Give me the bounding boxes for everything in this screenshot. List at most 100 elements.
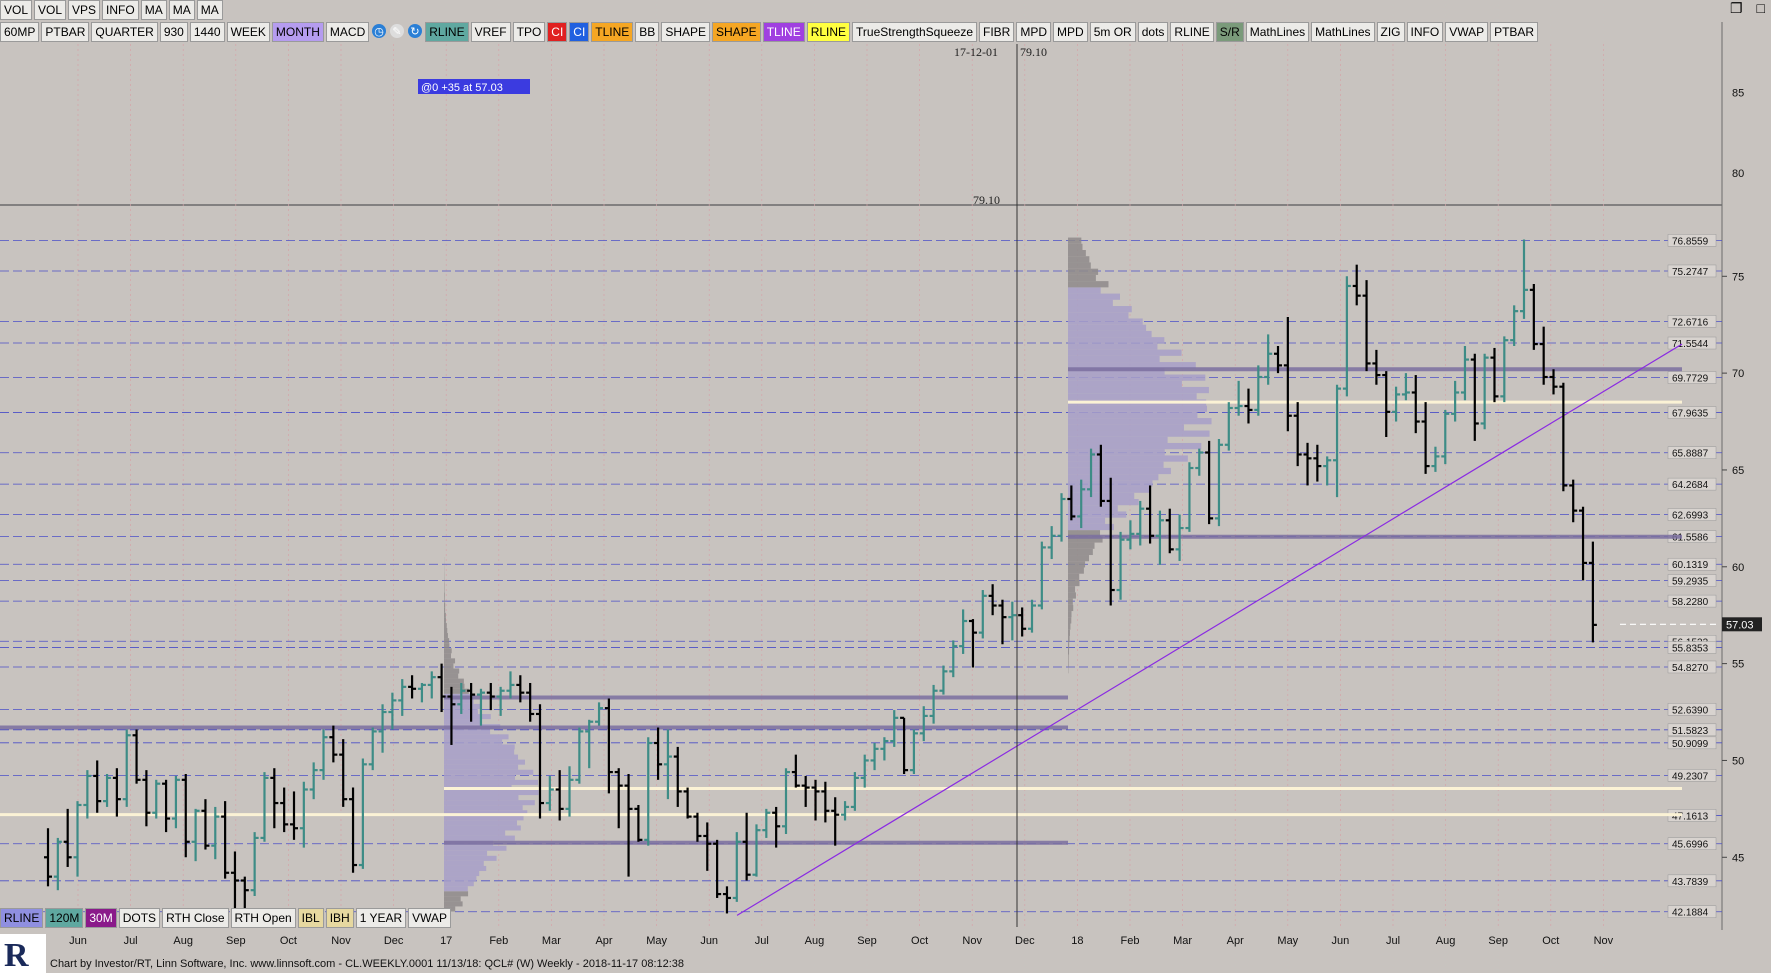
chart-footer: Chart by Investor/RT, Linn Software, Inc… [50,958,685,970]
tool-shape-button[interactable]: SHAPE [661,22,710,42]
tool-ci-button[interactable]: CI [569,22,590,42]
clock-icon[interactable]: ◷ [371,23,387,41]
volume-profile-2018 [1068,306,1132,313]
y-tick-label: 50 [1732,755,1744,767]
volume-profile-2018 [1068,380,1182,387]
bottom-30m-button[interactable]: 30M [85,908,117,928]
volume-profile-2017 [444,739,503,745]
price-chart[interactable]: Jun Jul Aug Sep Oct Nov Dec 17 Feb Mar Apr May Jun Ju… [0,0,1771,973]
tool-ptbar-button[interactable]: PTBAR [41,22,90,42]
volume-profile-2017 [444,612,446,618]
upper-y-tick-label: 80 [1732,168,1744,180]
tool-shape-button[interactable]: SHAPE [712,22,761,42]
bottom-120m-button[interactable]: 120M [45,908,84,928]
level-label: 54.8270 [1672,663,1709,674]
volume-profile-2018 [1068,660,1069,668]
tool-zig-button[interactable]: ZIG [1376,22,1405,42]
tool-month-button[interactable]: MONTH [271,22,324,42]
volume-profile-2017 [444,627,448,634]
pencil-icon[interactable]: ✎ [389,23,405,41]
volume-profile-2017 [444,881,474,887]
tool-quarter-button[interactable]: QUARTER [91,22,158,42]
level-label: 50.9099 [1672,739,1709,750]
x-tick-label: Sep [1488,935,1508,947]
tool-mpd-button[interactable]: MPD [1016,22,1052,42]
x-tick-label: Mar [542,935,561,947]
volume-profile-2017 [444,891,469,897]
refresh-icon[interactable]: ↻ [407,23,423,41]
bottom-vwap-button[interactable]: VWAP [408,908,452,928]
tool-info-button[interactable]: INFO [1406,22,1444,42]
volume-profile-2017 [444,800,535,806]
tool-dots-button[interactable]: dots [1137,22,1169,42]
volume-profile-2017 [444,607,446,613]
investor-rt-logo-icon: R [0,934,46,973]
tool-vwap-button[interactable]: VWAP [1445,22,1489,42]
volume-profile-2018 [1068,430,1210,437]
volume-profile-2017 [444,850,488,856]
tool-macd-button[interactable]: MACD [325,22,370,42]
tool-5m-or-button[interactable]: 5m OR [1089,22,1136,42]
bottom-dots-button[interactable]: DOTS [118,908,161,928]
restore-icon[interactable]: ❐ [1730,0,1743,17]
tool-truestrengthsqueeze-button[interactable]: TrueStrengthSqueeze [852,22,978,42]
top-ma-button[interactable]: MA [196,0,223,20]
volume-profile-2018 [1068,337,1165,344]
tool-tline-button[interactable]: TLINE [762,22,805,42]
tool-mpd-button[interactable]: MPD [1053,22,1088,42]
tool-rline-button[interactable]: RLINE [425,22,469,42]
tool-vref-button[interactable]: VREF [470,22,511,42]
bottom-1-year-button[interactable]: 1 YEAR [355,908,407,928]
volume-profile-2018 [1068,268,1099,275]
bottom-rth-close-button[interactable]: RTH Close [162,908,229,928]
volume-profile-2017 [444,668,460,674]
tool-tline-button[interactable]: TLINE [591,22,634,42]
tool-mathlines-button[interactable]: MathLines [1311,22,1375,42]
volume-profile-2017 [444,653,452,659]
x-tick-label: Nov [1594,935,1614,947]
tool-tpo-button[interactable]: TPO [512,22,546,42]
x-tick-label: Jun [69,935,87,947]
maximize-icon[interactable]: □ [1757,0,1765,17]
tool-rline-button[interactable]: RLINE [1170,22,1214,42]
top-vol-button[interactable]: VOL [0,0,33,20]
tool-60mp-button[interactable]: 60MP [0,22,40,42]
x-tick-label: Jul [1386,935,1400,947]
volume-profile-2018 [1068,611,1072,618]
bottom-rth-open-button[interactable]: RTH Open [230,908,296,928]
x-tick-label: Jun [1332,935,1350,947]
tool-ci-button[interactable]: CI [547,22,568,42]
level-label: 60.1319 [1672,560,1709,571]
tool-rline-button[interactable]: RLINE [806,22,851,42]
tool-bb-button[interactable]: BB [635,22,660,42]
tool-930-button[interactable]: 930 [159,22,188,42]
top-info-button[interactable]: INFO [102,0,139,20]
volume-profile-2018 [1068,349,1182,356]
tool-fibr-button[interactable]: FIBR [979,22,1015,42]
volume-profile-2018 [1068,262,1091,269]
level-label: 45.6996 [1672,840,1709,851]
level-label: 52.6390 [1672,705,1709,716]
top-ma-button[interactable]: MA [168,0,195,20]
top-ma-button[interactable]: MA [140,0,167,20]
top-vol-button[interactable]: VOL [34,0,67,20]
tool-ptbar-button[interactable]: PTBAR [1490,22,1539,42]
volume-profile-2017 [444,703,482,709]
volume-profile-2017 [444,901,463,907]
bottom-rline-button[interactable]: RLINE [0,908,44,928]
tool-mathlines-button[interactable]: MathLines [1245,22,1310,42]
level-label: 64.2684 [1672,480,1709,491]
volume-profile-2018 [1068,654,1069,661]
tool-1440-button[interactable]: 1440 [189,22,225,42]
volume-profile-2018 [1068,250,1086,257]
volume-profile-2017 [444,805,523,811]
bottom-ibh-button[interactable]: IBH [325,908,354,928]
level-label: 67.9635 [1672,409,1709,420]
volume-profile-2018 [1068,424,1184,431]
tool-s-r-button[interactable]: S/R [1215,22,1244,42]
top-vps-button[interactable]: VPS [68,0,101,20]
chart-background [0,0,1771,973]
tool-week-button[interactable]: WEEK [226,22,270,42]
bottom-ibl-button[interactable]: IBL [297,908,324,928]
y-tick-label: 75 [1732,271,1744,283]
